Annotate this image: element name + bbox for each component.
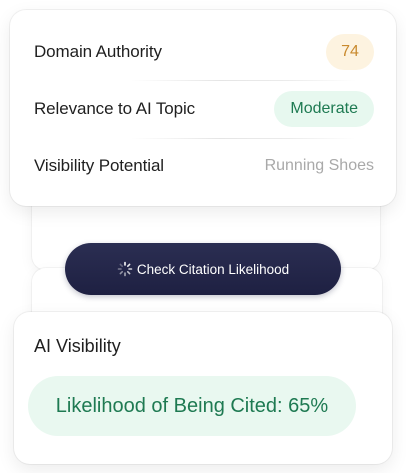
domain-authority-label: Domain Authority (34, 42, 162, 61)
ai-visibility-widget: Domain Authority 74 Relevance to AI Topi… (0, 0, 406, 473)
loading-spinner-icon (117, 261, 133, 277)
metric-divider (130, 80, 356, 81)
citation-likelihood-pill: Likelihood of Being Cited: 65% (28, 376, 356, 436)
metric-row-domain-authority: Domain Authority 74 (34, 30, 374, 74)
domain-authority-score-badge: 74 (326, 34, 374, 70)
metrics-card: Domain Authority 74 Relevance to AI Topi… (10, 10, 396, 206)
visibility-potential-label: Visibility Potential (34, 156, 164, 175)
metric-divider (130, 138, 356, 139)
metric-row-relevance: Relevance to AI Topic Moderate (34, 87, 374, 131)
ai-visibility-heading: AI Visibility (34, 336, 121, 356)
visibility-potential-value: Running Shoes (264, 157, 374, 174)
check-citation-likelihood-button[interactable]: Check Citation Likelihood (65, 243, 341, 295)
ai-visibility-card: AI Visibility Likelihood of Being Cited:… (14, 312, 392, 464)
metric-row-visibility-potential: Visibility Potential Running Shoes (34, 144, 374, 188)
relevance-label: Relevance to AI Topic (34, 99, 196, 118)
relevance-badge: Moderate (274, 91, 374, 127)
check-citation-likelihood-label: Check Citation Likelihood (136, 261, 290, 277)
